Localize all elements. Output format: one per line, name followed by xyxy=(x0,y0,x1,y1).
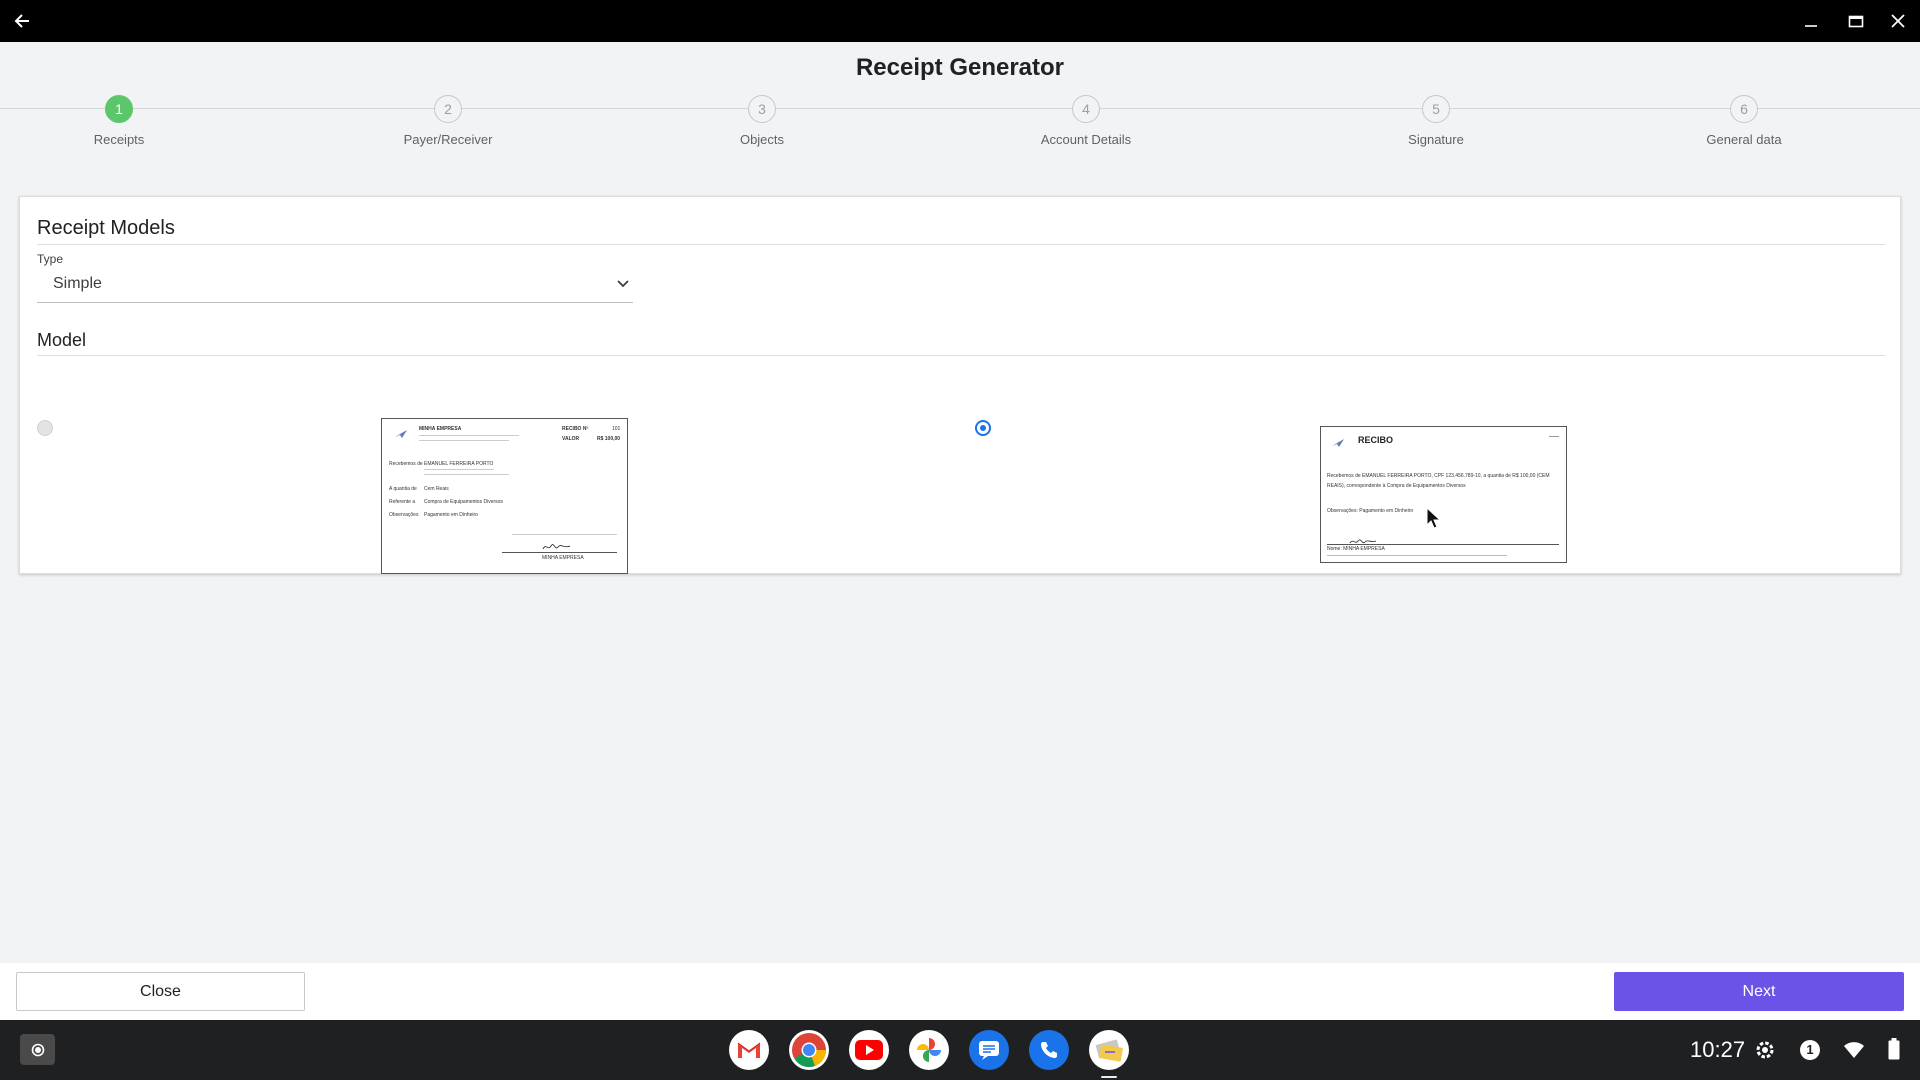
step-number: 1 xyxy=(105,95,133,123)
stepper-line xyxy=(0,108,1920,109)
step-3[interactable]: 3 Objects xyxy=(662,95,862,147)
step-label: General data xyxy=(1706,132,1782,147)
next-button[interactable]: Next xyxy=(1614,972,1904,1011)
preview-footer: MINHA EMPRESA xyxy=(542,555,584,561)
preview-title: RECIBO xyxy=(1358,435,1394,445)
step-label: Objects xyxy=(739,132,785,147)
preview-line-value: EMANUEL FERREIRA PORTO xyxy=(424,461,494,467)
minimize-icon[interactable] xyxy=(1789,0,1833,42)
launcher-icon[interactable] xyxy=(20,1034,55,1065)
preview-line-label: Recebemos de xyxy=(389,461,423,467)
step-number: 6 xyxy=(1730,95,1758,123)
preview-company: MINHA EMPRESA xyxy=(419,426,462,432)
model-2-radio[interactable] xyxy=(975,420,991,436)
window-title-bar xyxy=(0,0,1920,42)
maximize-icon[interactable] xyxy=(1834,0,1878,42)
step-4[interactable]: 4 Account Details xyxy=(986,95,1186,147)
preview-line-label: Observações xyxy=(389,512,419,518)
gmail-icon[interactable] xyxy=(729,1030,769,1070)
type-label: Type xyxy=(37,252,64,266)
step-5[interactable]: 5 Signature xyxy=(1336,95,1536,147)
signature-icon xyxy=(542,544,571,550)
step-label: Account Details xyxy=(1040,132,1132,147)
chrome-icon[interactable] xyxy=(789,1030,829,1070)
model-1-radio[interactable] xyxy=(37,420,53,436)
type-select[interactable]: Simple xyxy=(37,265,633,303)
settings-icon[interactable] xyxy=(1754,1039,1776,1061)
step-label: Payer/Receiver xyxy=(403,132,493,147)
preview-line-label: A quantia de xyxy=(389,486,417,492)
preview-line-value: Compra de Equipamentos Diversos xyxy=(424,499,503,505)
logo-icon xyxy=(395,430,407,438)
preview-recibo-no: 101 xyxy=(612,426,621,432)
preview-valor: R$ 100,00 xyxy=(597,436,621,442)
system-shelf: 10:27 1 xyxy=(0,1020,1920,1080)
close-icon[interactable] xyxy=(1876,0,1920,42)
preview-body: Recebemos de EMANUEL FERREIRA PORTO, CPF… xyxy=(1327,473,1550,489)
preview-valor-label: VALOR xyxy=(562,436,580,442)
step-2[interactable]: 2 Payer/Receiver xyxy=(348,95,548,147)
page-title: Receipt Generator xyxy=(855,54,1065,81)
type-select-value: Simple xyxy=(53,274,102,292)
preview-footer: Nome: MINHA EMPRESA xyxy=(1327,546,1385,552)
divider xyxy=(37,355,1885,356)
mouse-cursor-icon xyxy=(1426,507,1442,529)
wifi-icon[interactable] xyxy=(1843,1041,1865,1059)
battery-icon[interactable] xyxy=(1888,1038,1900,1060)
active-app-indicator xyxy=(1101,1076,1117,1078)
step-number: 4 xyxy=(1072,95,1100,123)
preview-recibo-label: RECIBO Nº xyxy=(562,426,589,432)
step-1[interactable]: 1 Receipts xyxy=(19,95,219,147)
step-number: 3 xyxy=(748,95,776,123)
model-section-title: Model xyxy=(37,330,87,350)
step-label: Receipts xyxy=(93,132,145,147)
model-2-preview[interactable]: RECIBO Recebemos de EMANUEL FERREIRA POR… xyxy=(1320,426,1567,563)
arrow-back-icon[interactable] xyxy=(0,0,44,42)
photos-icon[interactable] xyxy=(909,1030,949,1070)
step-6[interactable]: 6 General data xyxy=(1644,95,1844,147)
youtube-icon[interactable] xyxy=(849,1030,889,1070)
notification-icon[interactable]: 1 xyxy=(1800,1040,1820,1060)
step-number: 2 xyxy=(434,95,462,123)
receipt-models-card: Receipt Models Type Simple Model MINHA E… xyxy=(19,196,1901,574)
messages-icon[interactable] xyxy=(969,1030,1009,1070)
divider xyxy=(37,244,1885,245)
preview-line-value: Pagamento em Dinheiro xyxy=(424,512,478,518)
chevron-down-icon xyxy=(617,275,629,293)
step-label: Signature xyxy=(1408,132,1464,147)
phone-icon[interactable] xyxy=(1029,1030,1069,1070)
step-number: 5 xyxy=(1422,95,1450,123)
app-window: Receipt Generator 1 Receipts 2 Payer/Receiv… xyxy=(0,42,1920,963)
preview-line-label: Referente a xyxy=(389,499,416,505)
model-1-preview[interactable]: MINHA EMPRESA RECIBO Nº 101 VALOR R$ 100… xyxy=(381,418,628,574)
logo-icon xyxy=(1332,439,1344,447)
preview-obs: Observações: Pagamento em Dinheiro xyxy=(1327,508,1414,514)
receipt-app-icon[interactable] xyxy=(1089,1030,1129,1070)
preview-line-value: Cem Reais xyxy=(424,486,449,492)
clock[interactable]: 10:27 xyxy=(1690,1037,1745,1063)
close-button[interactable]: Close xyxy=(16,972,305,1011)
card-title: Receipt Models xyxy=(37,217,175,239)
